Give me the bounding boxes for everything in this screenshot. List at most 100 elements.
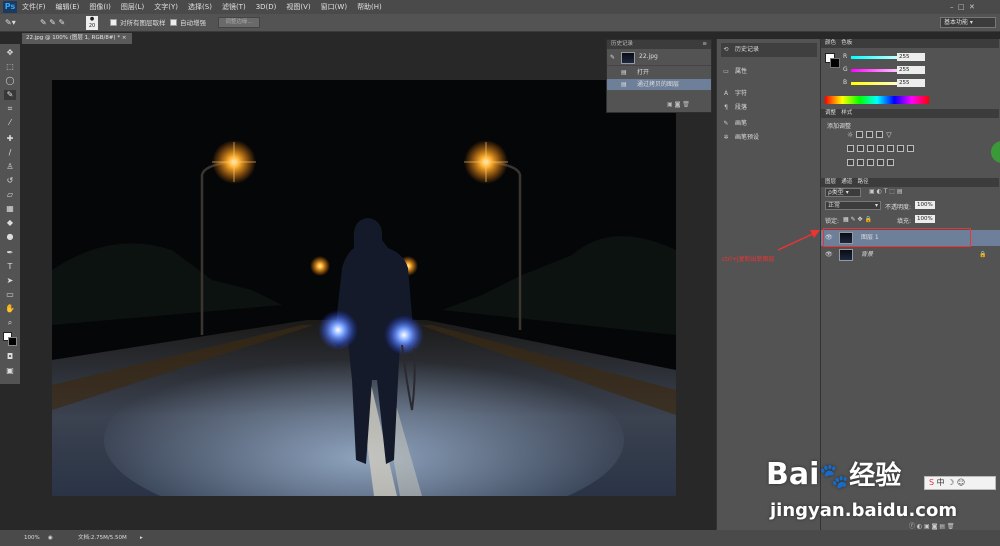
color-balance-icon[interactable] xyxy=(867,145,874,152)
brush-mode-icons[interactable]: ✎ ✎ ✎ xyxy=(40,14,65,32)
menu-type[interactable]: 文字(Y) xyxy=(154,0,178,14)
black-white-icon[interactable] xyxy=(877,145,884,152)
quick-select-tool-icon[interactable]: ✎ xyxy=(4,90,16,100)
screen-mode-icon[interactable]: ▣ xyxy=(4,366,16,376)
move-tool-icon[interactable]: ✥ xyxy=(4,48,16,58)
invert-icon[interactable] xyxy=(847,159,854,166)
menu-window[interactable]: 窗口(W) xyxy=(321,0,347,14)
background-color-swatch[interactable] xyxy=(8,337,17,346)
r-value-input[interactable]: 255 xyxy=(897,53,925,61)
layers-panel-tabs[interactable]: 图层 通道 路径 xyxy=(821,178,999,187)
b-value-input[interactable]: 255 xyxy=(897,79,925,87)
levels-icon[interactable] xyxy=(856,131,864,138)
background-swatch[interactable] xyxy=(830,58,840,68)
dodge-tool-icon[interactable]: ● xyxy=(4,232,16,242)
layers-footer-icons[interactable]: ⓕ ◐ ▣ ◙ ▤ 🗑 xyxy=(909,521,955,530)
tab-adjustments[interactable]: 调整 xyxy=(825,110,836,116)
hand-tool-icon[interactable]: ✋ xyxy=(4,304,16,314)
dock-character-button[interactable]: A 字符 xyxy=(721,87,817,101)
color-panel-tabs[interactable]: 颜色 色板 xyxy=(821,39,999,48)
layer-filter-select[interactable]: ρ类型 ▾ xyxy=(825,188,861,197)
ime-lang[interactable]: 中 xyxy=(937,478,945,487)
pen-tool-icon[interactable]: ✒ xyxy=(4,248,16,258)
history-footer-icons[interactable]: ▣ ◙ 🗑 xyxy=(667,101,690,108)
history-step-active[interactable]: ▤ 通过拷贝的图层 xyxy=(607,79,711,90)
threshold-icon[interactable] xyxy=(867,159,874,166)
menu-filter[interactable]: 滤镜(T) xyxy=(222,0,246,14)
status-info-icon[interactable]: ◉ xyxy=(48,530,53,546)
tab-color[interactable]: 颜色 xyxy=(825,40,836,46)
layer-filter-icons[interactable]: ▣ ◐ T ⬚ ▤ xyxy=(869,188,903,195)
workspace-select[interactable]: 基本功能 ▾ xyxy=(940,17,996,28)
stamp-tool-icon[interactable]: ♙ xyxy=(4,162,16,172)
history-snapshot-row[interactable]: ✎ 22.jpg xyxy=(607,50,711,66)
healing-tool-icon[interactable]: ✚ xyxy=(4,134,16,144)
type-tool-icon[interactable]: T xyxy=(4,262,16,272)
menu-file[interactable]: 文件(F) xyxy=(22,0,46,14)
color-spectrum[interactable] xyxy=(825,96,929,104)
eyedropper-tool-icon[interactable]: ⁄ xyxy=(4,118,16,128)
vibrance-icon[interactable] xyxy=(847,145,854,152)
hue-saturation-icon[interactable] xyxy=(857,145,864,152)
quick-mask-icon[interactable]: ◘ xyxy=(4,352,16,362)
ime-toolbar[interactable]: S 中 ☽ ☺ xyxy=(924,476,996,490)
layer-row[interactable]: 👁 背景 🔒 xyxy=(821,247,1000,263)
document-size[interactable]: 文档:2.75M/5.50M xyxy=(78,530,127,546)
dock-properties-button[interactable]: ▭ 属性 xyxy=(721,65,817,79)
brush-tool-icon[interactable]: / xyxy=(4,148,16,158)
marquee-tool-icon[interactable]: ⬚ xyxy=(4,62,16,72)
fill-input[interactable]: 100% xyxy=(915,215,935,223)
gradient-icon[interactable]: ▽ xyxy=(886,131,891,139)
zoom-tool-icon[interactable]: ⌕ xyxy=(4,318,16,328)
auto-enhance-checkbox[interactable] xyxy=(170,19,177,26)
path-select-tool-icon[interactable]: ➤ xyxy=(4,276,16,286)
lock-icons[interactable]: ▦ ✎ ✥ 🔒 xyxy=(843,216,872,223)
dock-paragraph-button[interactable]: ¶ 段落 xyxy=(721,101,817,115)
blend-mode-select[interactable]: 正常 ▾ xyxy=(825,201,881,210)
close-icon[interactable]: × xyxy=(122,35,127,41)
document-tab[interactable]: 22.jpg @ 100% (图层 1, RGB/8#) * × xyxy=(22,33,132,44)
posterize-icon[interactable] xyxy=(857,159,864,166)
quick-select-tool-icon[interactable]: ✎▾ xyxy=(5,14,16,32)
brush-size-picker[interactable]: ● 20 xyxy=(86,16,98,30)
opacity-input[interactable]: 100% xyxy=(915,201,935,209)
tab-paths[interactable]: 路径 xyxy=(858,179,869,185)
tab-channels[interactable]: 通道 xyxy=(841,179,852,185)
g-value-input[interactable]: 255 xyxy=(897,66,925,74)
side-widget[interactable] xyxy=(991,141,1000,163)
gradient-tool-icon[interactable]: ▦ xyxy=(4,204,16,214)
history-panel-header[interactable]: 历史记录 ≡ xyxy=(607,40,711,49)
tab-swatches[interactable]: 色板 xyxy=(841,40,852,46)
adjustments-panel-tabs[interactable]: 调整 样式 xyxy=(821,109,999,118)
window-controls[interactable]: – □ ✕ xyxy=(950,3,975,11)
color-lookup-icon[interactable] xyxy=(907,145,914,152)
dock-brush-button[interactable]: ✎ 画笔 xyxy=(721,117,817,131)
layer-name[interactable]: 背景 xyxy=(861,247,873,263)
zoom-level[interactable]: 100% xyxy=(24,530,40,546)
brightness-icon[interactable]: ☼ xyxy=(847,131,853,139)
shape-tool-icon[interactable]: ▭ xyxy=(4,290,16,300)
menu-view[interactable]: 视图(V) xyxy=(286,0,310,14)
history-step[interactable]: ▤ 打开 xyxy=(607,67,711,78)
status-arrow-icon[interactable]: ▸ xyxy=(140,530,143,546)
document-canvas[interactable] xyxy=(52,80,676,496)
lasso-tool-icon[interactable]: ◯ xyxy=(4,76,16,86)
tab-layers[interactable]: 图层 xyxy=(825,179,836,185)
eraser-tool-icon[interactable]: ▱ xyxy=(4,190,16,200)
photo-filter-icon[interactable] xyxy=(887,145,894,152)
dock-brush-presets-button[interactable]: ✲ 画笔预设 xyxy=(721,131,817,145)
menu-3d[interactable]: 3D(D) xyxy=(256,0,277,14)
menu-edit[interactable]: 编辑(E) xyxy=(56,0,80,14)
curves-icon[interactable] xyxy=(866,131,874,138)
dock-history-button[interactable]: ⟲ 历史记录 xyxy=(721,43,817,57)
menu-select[interactable]: 选择(S) xyxy=(188,0,212,14)
blur-tool-icon[interactable]: ◆ xyxy=(4,218,16,228)
tab-styles[interactable]: 样式 xyxy=(841,110,852,116)
selective-color-icon[interactable] xyxy=(887,159,894,166)
panel-menu-icon[interactable]: ≡ xyxy=(702,40,707,49)
channel-mixer-icon[interactable] xyxy=(897,145,904,152)
sample-all-layers-checkbox[interactable] xyxy=(110,19,117,26)
exposure-icon[interactable] xyxy=(876,131,884,138)
crop-tool-icon[interactable]: ⌗ xyxy=(4,104,16,114)
gradient-map-icon[interactable] xyxy=(877,159,884,166)
